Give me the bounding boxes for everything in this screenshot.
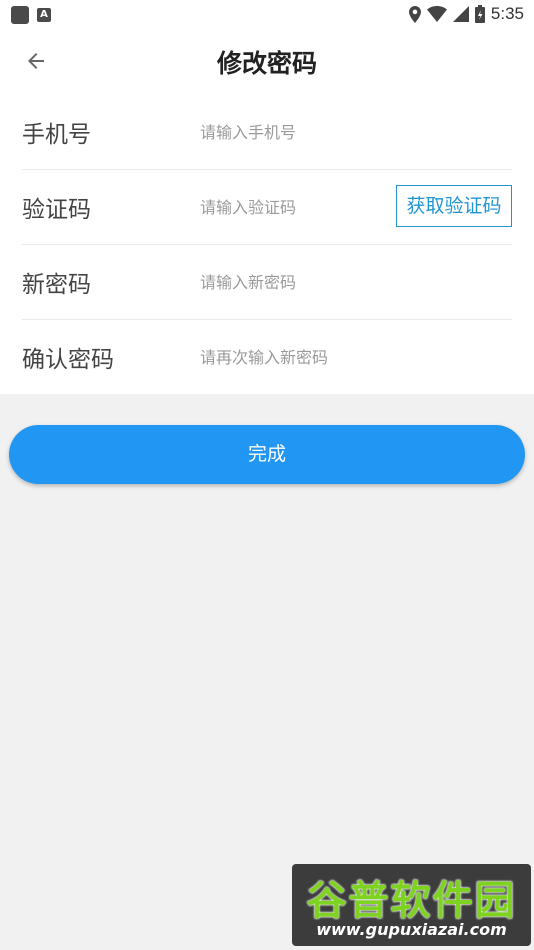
code-row: 验证码 获取验证码 xyxy=(22,169,512,245)
app-icon xyxy=(11,6,29,24)
watermark-title: 谷普软件园 xyxy=(306,878,517,924)
phone-label: 手机号 xyxy=(22,122,91,148)
confirm-password-label: 确认密码 xyxy=(22,347,114,373)
confirm-password-row: 确认密码 xyxy=(22,319,512,394)
watermark-logo: 谷普软件园 www.gupuxiazai.com xyxy=(292,864,531,946)
get-code-button[interactable]: 获取验证码 xyxy=(396,185,512,227)
page-title: 修改密码 xyxy=(216,49,317,78)
new-password-row: 新密码 xyxy=(22,244,512,320)
app-header: 修改密码 xyxy=(0,28,534,94)
watermark-url: www.gupuxiazai.com xyxy=(316,920,507,939)
phone-input[interactable] xyxy=(200,118,390,146)
status-bar-right: 5:35 xyxy=(408,4,524,24)
signal-icon xyxy=(452,6,469,22)
new-password-input[interactable] xyxy=(200,268,390,296)
location-icon xyxy=(408,5,421,23)
wifi-icon xyxy=(426,6,447,22)
confirm-password-input[interactable] xyxy=(200,343,390,371)
keyboard-a-icon: A xyxy=(37,8,51,22)
new-password-label: 新密码 xyxy=(22,272,91,298)
status-bar-left: A xyxy=(11,6,51,24)
change-password-form: 手机号 验证码 获取验证码 新密码 确认密码 xyxy=(0,94,534,394)
status-bar: A 5:35 xyxy=(0,0,534,28)
code-input[interactable] xyxy=(200,193,390,221)
code-label: 验证码 xyxy=(22,197,91,223)
phone-row: 手机号 xyxy=(22,94,512,170)
status-time: 5:35 xyxy=(490,4,524,23)
done-button[interactable]: 完成 xyxy=(9,425,525,484)
battery-icon xyxy=(474,5,485,23)
